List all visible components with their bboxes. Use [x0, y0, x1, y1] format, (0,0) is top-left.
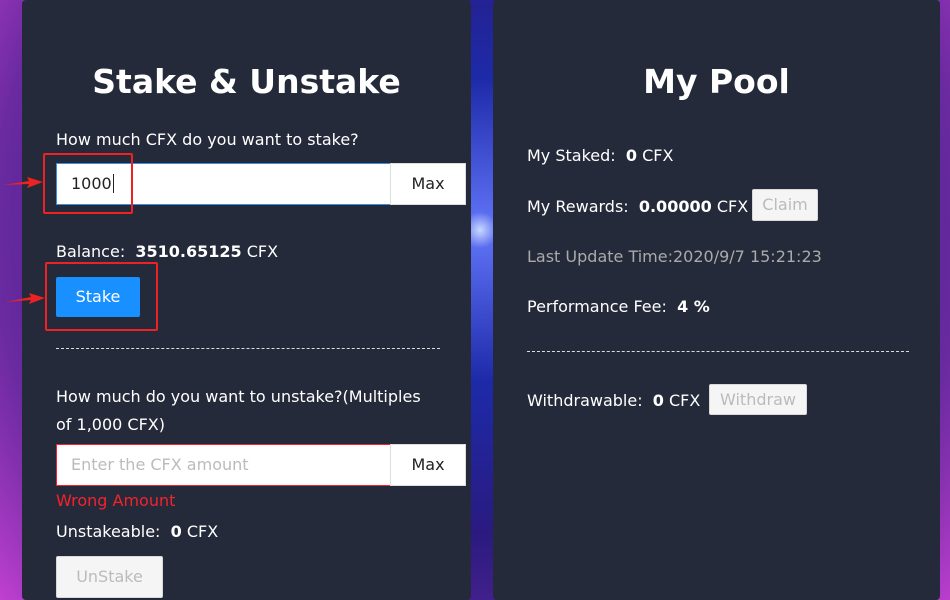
error-message: Wrong Amount — [56, 491, 176, 510]
divider — [56, 348, 440, 349]
performance-fee: Performance Fee: 4 % — [527, 297, 710, 316]
pool-title: My Pool — [643, 62, 790, 101]
unstake-question-line2: of 1,000 CFX) — [56, 415, 165, 434]
unstake-max-button[interactable]: Max — [390, 444, 466, 486]
divider — [527, 351, 909, 352]
stake-title: Stake & Unstake — [92, 62, 401, 101]
my-staked: My Staked: 0 CFX — [527, 146, 674, 165]
my-rewards: My Rewards: 0.00000 CFX — [527, 197, 749, 216]
stake-max-button[interactable]: Max — [390, 163, 466, 205]
withdraw-button[interactable]: Withdraw — [709, 384, 807, 415]
claim-button[interactable]: Claim — [752, 189, 818, 221]
unstake-button[interactable]: UnStake — [56, 556, 163, 598]
unstake-question-line1: How much do you want to unstake?(Multipl… — [56, 387, 421, 406]
last-update-time: Last Update Time:2020/9/7 15:21:23 — [527, 247, 822, 266]
unstake-amount-input[interactable]: Enter the CFX amount — [56, 444, 391, 486]
annotation-arrow-icon — [5, 293, 45, 304]
annotation-box-stake — [45, 262, 158, 331]
unstakeable: Unstakeable: 0 CFX — [56, 522, 219, 541]
pool-panel: My Pool My Staked: 0 CFX My Rewards: 0.0… — [493, 0, 940, 600]
annotation-box-input — [43, 153, 133, 214]
withdrawable: Withdrawable: 0 CFX — [527, 391, 701, 410]
stake-question: How much CFX do you want to stake? — [56, 130, 359, 149]
balance: Balance: 3510.65125 CFX — [56, 242, 279, 261]
annotation-arrow-icon — [3, 177, 43, 188]
